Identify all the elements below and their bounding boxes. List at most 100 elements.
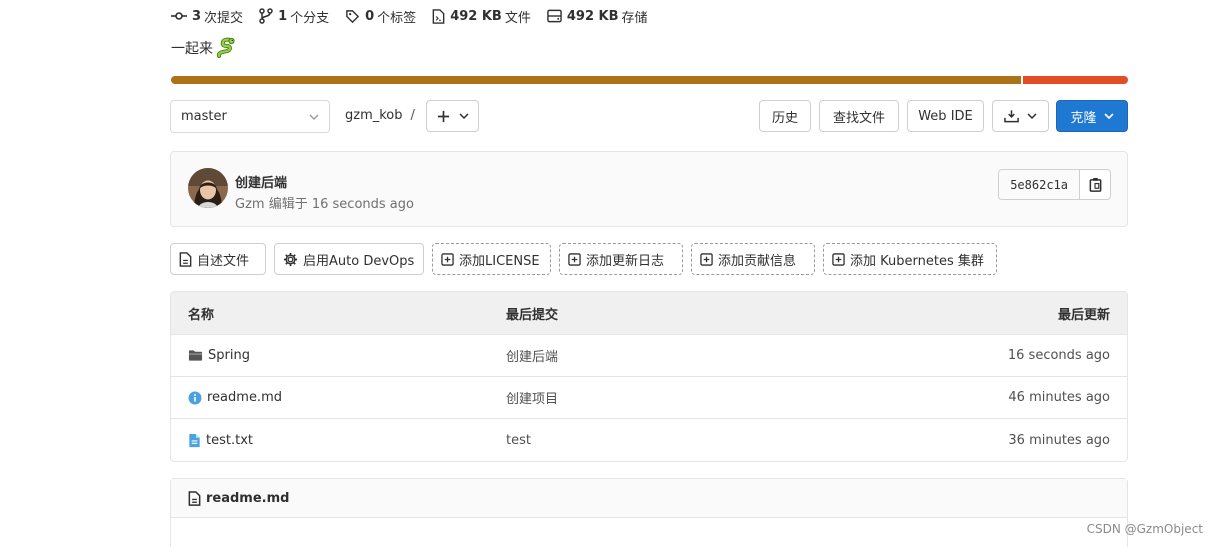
stat-label: 个分支: [290, 10, 330, 26]
chevron-down-icon: [1103, 113, 1114, 120]
language-segment: [1022, 76, 1128, 84]
gear-icon: [283, 252, 298, 266]
last-commit-panel: 创建后端 Gzm 编辑于 16 seconds ago 5e862c1a: [170, 151, 1128, 227]
stat-label: 次提交: [204, 10, 244, 26]
breadcrumb-project[interactable]: gzm_kob: [345, 108, 403, 123]
avatar[interactable]: [188, 168, 228, 208]
auto-devops-button[interactable]: 启用Auto DevOps: [274, 243, 424, 275]
file-name[interactable]: Spring: [208, 348, 250, 363]
breadcrumb-separator: /: [410, 108, 415, 123]
file-size-icon: [432, 8, 445, 24]
file-name[interactable]: test.txt: [206, 433, 253, 448]
stat-count: 1: [278, 8, 288, 24]
stat-count: 492 KB: [450, 8, 502, 24]
repo-toolbar: master gzm_kob / 历史 查找文件 Web IDE 克隆: [170, 100, 1128, 133]
file-tree-table: 名称 最后提交 最后更新 Spring 创建后端 16 seconds ago …: [170, 291, 1128, 462]
readme-header: readme.md: [171, 479, 1127, 518]
stat-branches[interactable]: 1 个分支: [259, 7, 329, 26]
commit-sha-group: 5e862c1a: [998, 169, 1111, 200]
readme-title[interactable]: readme.md: [206, 491, 289, 506]
stat-storage[interactable]: 492 KB 存储: [547, 7, 648, 26]
avatar-image: [188, 168, 228, 208]
action-label: 添加更新日志: [586, 253, 665, 269]
add-kubernetes-button[interactable]: 添加 Kubernetes 集群: [823, 243, 997, 275]
file-name-cell[interactable]: test.txt: [188, 419, 253, 461]
commit-meta: Gzm 编辑于 16 seconds ago: [235, 193, 414, 212]
chevron-down-icon: [458, 113, 469, 120]
plus-square-icon: [568, 252, 581, 266]
stat-files[interactable]: 492 KB 文件: [432, 7, 531, 26]
header-last-update: 最后更新: [1057, 307, 1110, 323]
clone-dropdown[interactable]: 克隆: [1056, 100, 1128, 132]
action-label: 添加贡献信息: [718, 253, 797, 269]
stat-commits[interactable]: 3 次提交: [171, 7, 243, 26]
history-label: 历史: [771, 110, 798, 126]
stat-tags[interactable]: 0 个标签: [345, 7, 416, 26]
commit-verb: 编辑于: [268, 197, 308, 212]
chevron-down-icon: [1027, 113, 1037, 120]
history-button[interactable]: 历史: [759, 100, 811, 132]
download-icon: [1004, 110, 1019, 123]
file-name-cell[interactable]: Spring: [188, 335, 250, 376]
table-row[interactable]: Spring 创建后端 16 seconds ago: [171, 335, 1127, 377]
breadcrumb: gzm_kob /: [345, 108, 415, 123]
clipboard-icon: [1089, 177, 1101, 192]
commit-message-cell[interactable]: 创建后端: [506, 335, 558, 376]
add-changelog-button[interactable]: 添加更新日志: [559, 243, 683, 275]
table-row[interactable]: test.txt test 36 minutes ago: [171, 419, 1127, 461]
watermark: CSDN @GzmObject: [1086, 522, 1203, 536]
web-ide-label: Web IDE: [918, 108, 973, 124]
action-label: 添加 Kubernetes 集群: [850, 253, 984, 269]
commit-message-cell[interactable]: test: [506, 419, 531, 461]
file-icon: [188, 490, 201, 506]
plus-square-icon: [700, 252, 713, 266]
stat-label: 文件: [504, 10, 531, 26]
file-name[interactable]: readme.md: [207, 390, 282, 405]
commit-message-cell[interactable]: 创建项目: [506, 377, 558, 418]
stat-count: 3: [192, 8, 202, 24]
find-file-button[interactable]: 查找文件: [819, 100, 899, 132]
branch-select[interactable]: master: [170, 100, 330, 133]
action-label: 自述文件: [197, 253, 250, 269]
header-last-commit: 最后提交: [506, 307, 559, 323]
description-text: 一起来: [171, 41, 213, 57]
add-contributing-button[interactable]: 添加贡献信息: [691, 243, 815, 275]
table-row[interactable]: readme.md 创建项目 46 minutes ago: [171, 377, 1127, 419]
snake-emoji-icon: [216, 37, 235, 58]
branch-name: master: [181, 109, 227, 124]
commit-author[interactable]: Gzm: [235, 197, 265, 212]
stat-count: 492 KB: [566, 8, 619, 24]
plus-square-icon: [832, 252, 845, 266]
web-ide-button[interactable]: Web IDE: [907, 100, 984, 132]
storage-icon: [547, 9, 562, 23]
commit-sha[interactable]: 5e862c1a: [999, 170, 1080, 199]
clone-label: 克隆: [1070, 110, 1097, 126]
plus-square-icon: [441, 252, 454, 266]
tag-icon: [346, 9, 360, 23]
file-name-cell[interactable]: readme.md: [188, 377, 282, 418]
branch-icon: [259, 8, 273, 24]
info-icon: [188, 391, 202, 404]
add-file-dropdown[interactable]: [426, 100, 479, 132]
language-bar: [171, 76, 1128, 84]
updated-cell: 16 seconds ago: [1007, 348, 1110, 363]
readme-button[interactable]: 自述文件: [170, 243, 266, 275]
file-icon: [179, 251, 192, 267]
copy-sha-button[interactable]: [1080, 170, 1110, 199]
updated-cell: 46 minutes ago: [1008, 390, 1110, 405]
commit-title[interactable]: 创建后端: [235, 172, 287, 191]
header-name: 名称: [188, 307, 215, 323]
plus-icon: [437, 110, 449, 122]
add-license-button[interactable]: 添加LICENSE: [432, 243, 551, 275]
stat-label: 存储: [621, 10, 648, 26]
commit-time: 16 seconds ago: [311, 197, 414, 212]
language-segment: [171, 76, 1021, 84]
folder-icon: [188, 350, 203, 361]
stat-count: 0: [365, 8, 375, 24]
commit-icon: [171, 12, 187, 20]
download-dropdown[interactable]: [992, 100, 1049, 132]
text-file-icon: [189, 433, 200, 447]
action-label: 启用Auto DevOps: [303, 253, 415, 269]
stat-label: 个标签: [377, 10, 417, 26]
table-header: 名称 最后提交 最后更新: [171, 292, 1127, 335]
